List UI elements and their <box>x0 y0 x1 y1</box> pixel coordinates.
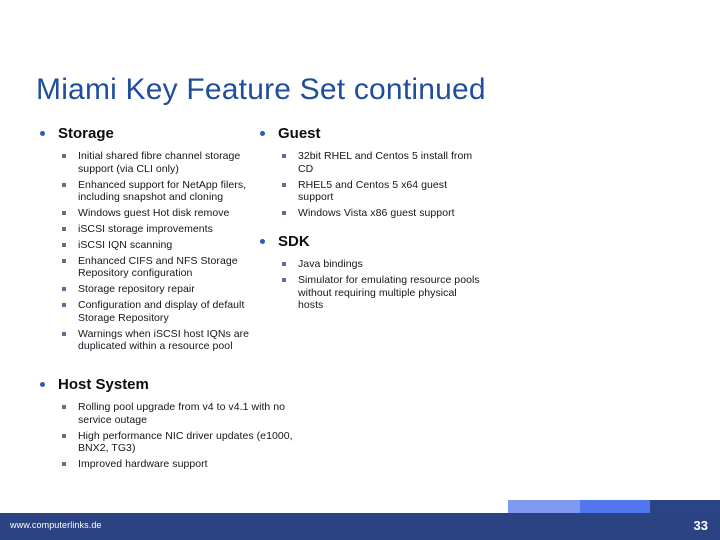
bullet-dot-icon <box>260 131 265 136</box>
footer-accent-block-dark <box>650 500 720 513</box>
sdk-item-list: Java bindings Simulator for emulating re… <box>254 258 484 312</box>
bullet-square-icon <box>62 433 66 438</box>
bullet-square-icon <box>62 242 66 247</box>
bullet-square-icon <box>62 211 66 216</box>
list-item: Warnings when iSCSI host IQNs are duplic… <box>60 328 264 354</box>
bullet-square-icon <box>62 154 66 158</box>
bullet-square-icon <box>62 331 66 336</box>
bullet-square-icon <box>62 258 66 263</box>
slide-canvas: Miami Key Feature Set continued Storage … <box>0 0 720 540</box>
list-item: Configuration and display of default Sto… <box>60 299 264 325</box>
list-item: Enhanced support for NetApp filers, incl… <box>60 179 264 205</box>
list-item: Java bindings <box>280 258 484 271</box>
bullet-square-icon <box>282 262 286 266</box>
list-item: 32bit RHEL and Centos 5 install from CD <box>280 150 484 176</box>
bullet-square-icon <box>282 277 286 282</box>
list-item-label: Rolling pool upgrade from v4 to v4.1 wit… <box>78 401 286 426</box>
list-item-label: Simulator for emulating resource pools w… <box>298 273 480 312</box>
bullet-dot-icon <box>40 131 45 136</box>
host-system-item-list: Rolling pool upgrade from v4 to v4.1 wit… <box>34 401 294 471</box>
list-item: iSCSI storage improvements <box>60 223 264 236</box>
section-guest: Guest 32bit RHEL and Centos 5 install fr… <box>254 124 484 223</box>
list-item: Enhanced CIFS and NFS Storage Repository… <box>60 255 264 281</box>
list-item-label: Enhanced support for NetApp filers, incl… <box>78 178 247 204</box>
bullet-square-icon <box>62 182 66 187</box>
bullet-square-icon <box>62 302 66 307</box>
section-heading-guest: Guest <box>254 124 484 144</box>
list-item-label: iSCSI IQN scanning <box>78 238 173 251</box>
list-item-label: 32bit RHEL and Centos 5 install from CD <box>298 150 473 175</box>
list-item: Improved hardware support <box>60 458 294 471</box>
list-item: High performance NIC driver updates (e10… <box>60 430 294 456</box>
list-item-label: Storage repository repair <box>78 283 195 296</box>
section-heading-label: Storage <box>58 125 114 142</box>
guest-item-list: 32bit RHEL and Centos 5 install from CD … <box>254 150 484 220</box>
bullet-square-icon <box>62 405 66 409</box>
bullet-square-icon <box>282 182 286 187</box>
list-item-label: Enhanced CIFS and NFS Storage Repository… <box>78 254 238 280</box>
list-item: Windows Vista x86 guest support <box>280 207 484 220</box>
page-title: Miami Key Feature Set continued <box>36 73 486 107</box>
section-sdk: SDK Java bindings Simulator for emulatin… <box>254 232 484 315</box>
list-item: Initial shared fibre channel storage sup… <box>60 150 264 176</box>
list-item-label: iSCSI storage improvements <box>78 222 213 235</box>
footer-bar <box>0 513 720 540</box>
section-storage: Storage Initial shared fibre channel sto… <box>34 124 264 356</box>
list-item-label: Windows guest Hot disk remove <box>78 207 230 220</box>
list-item: Windows guest Hot disk remove <box>60 207 264 220</box>
list-item-label: High performance NIC driver updates (e10… <box>78 429 293 455</box>
list-item-label: Windows Vista x86 guest support <box>298 207 455 220</box>
bullet-square-icon <box>282 154 286 158</box>
section-heading-sdk: SDK <box>254 232 484 252</box>
bullet-dot-icon <box>260 239 265 244</box>
bullet-square-icon <box>282 211 286 216</box>
bullet-square-icon <box>62 462 66 467</box>
footer-url: www.computerlinks.de <box>10 520 102 530</box>
section-heading-label: SDK <box>278 233 310 250</box>
section-host-system: Host System Rolling pool upgrade from v4… <box>34 375 294 474</box>
section-heading-host-system: Host System <box>34 375 294 395</box>
section-heading-label: Host System <box>58 376 149 393</box>
list-item: Simulator for emulating resource pools w… <box>280 274 484 312</box>
footer-accent-block-mid <box>580 500 650 513</box>
list-item-label: Configuration and display of default Sto… <box>78 298 245 324</box>
section-heading-storage: Storage <box>34 124 264 144</box>
list-item-label: Initial shared fibre channel storage sup… <box>78 150 241 175</box>
section-heading-label: Guest <box>278 125 321 142</box>
bullet-square-icon <box>62 287 66 292</box>
slide-number: 33 <box>693 518 708 533</box>
bullet-dot-icon <box>40 382 45 387</box>
list-item: Storage repository repair <box>60 283 264 296</box>
storage-item-list: Initial shared fibre channel storage sup… <box>34 150 264 353</box>
footer-accent-block-light <box>508 500 580 513</box>
bullet-square-icon <box>62 226 66 231</box>
list-item: Rolling pool upgrade from v4 to v4.1 wit… <box>60 401 294 427</box>
list-item-label: Warnings when iSCSI host IQNs are duplic… <box>78 327 250 353</box>
list-item-label: RHEL5 and Centos 5 x64 guest support <box>298 178 448 204</box>
list-item: iSCSI IQN scanning <box>60 239 264 252</box>
list-item-label: Java bindings <box>298 258 363 270</box>
list-item-label: Improved hardware support <box>78 458 208 471</box>
list-item: RHEL5 and Centos 5 x64 guest support <box>280 179 484 205</box>
